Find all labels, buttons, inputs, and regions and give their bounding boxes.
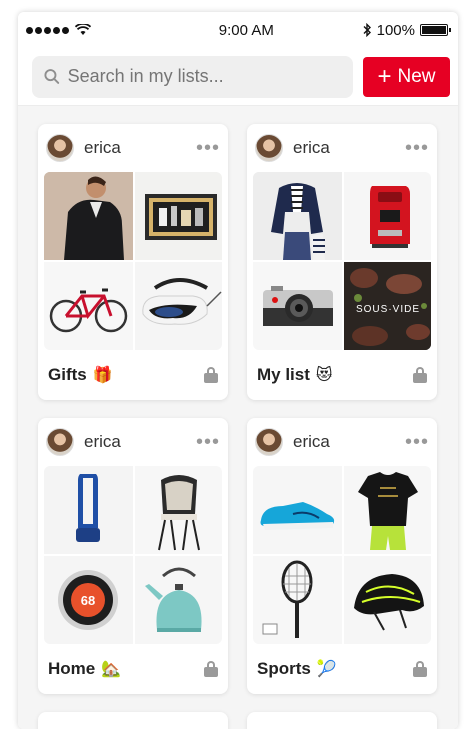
avatar[interactable] <box>255 428 283 456</box>
card-footer: Home 🏡 <box>38 644 228 694</box>
more-options-icon[interactable]: ••• <box>196 137 220 160</box>
battery-percent: 100% <box>376 21 415 39</box>
card-username: erica <box>293 138 330 157</box>
product-image-black-tshirt-and-shorts[interactable] <box>344 466 431 554</box>
list-card-my-list[interactable]: erica ••• SOUS·VIDE My list 😻 <box>247 124 437 400</box>
gift-emoji-icon: 🎁 <box>92 367 113 384</box>
card-footer: My list 😻 <box>247 350 437 400</box>
lock-icon <box>204 367 218 383</box>
list-title: Home <box>48 659 96 678</box>
card-username: erica <box>293 432 330 451</box>
card-footer: Gifts 🎁 <box>38 350 228 400</box>
signal-icon <box>26 26 69 34</box>
list-card-next[interactable] <box>38 712 228 729</box>
phone-frame: 9:00 AM 100% + New erica <box>18 12 458 729</box>
card-username: erica <box>84 432 121 451</box>
avatar[interactable] <box>46 134 74 162</box>
battery-icon <box>419 24 451 36</box>
new-list-button[interactable]: + New <box>363 56 450 97</box>
card-username: erica <box>84 138 121 157</box>
card-header: erica ••• <box>247 418 437 466</box>
card-header: erica ••• <box>38 418 228 466</box>
list-title: Gifts <box>48 365 87 384</box>
product-image-silver-camera[interactable] <box>253 262 342 350</box>
card-header: erica ••• <box>38 124 228 172</box>
card-header: erica ••• <box>247 124 437 172</box>
toolbar: + New <box>18 48 458 106</box>
cat-emoji-icon: 😻 <box>315 367 333 384</box>
product-image-tennis-racket[interactable] <box>253 556 342 644</box>
more-options-icon[interactable]: ••• <box>196 431 220 454</box>
status-bar: 9:00 AM 100% <box>18 12 458 48</box>
thermostat-reading: 68 <box>81 593 95 608</box>
lists-feed: erica ••• Gifts 🎁 erica ••• SOUS·VIDE My… <box>18 106 458 729</box>
list-card-next[interactable] <box>247 712 437 729</box>
house-emoji-icon: 🏡 <box>101 661 122 678</box>
lock-icon <box>413 661 427 677</box>
search-box[interactable] <box>32 55 353 98</box>
product-image-vr-headset[interactable] <box>135 262 222 350</box>
status-time: 9:00 AM <box>218 21 274 39</box>
tennis-ball-emoji-icon: 🎾 <box>316 661 337 678</box>
card-image-grid <box>253 466 431 644</box>
product-image-chair-with-fur-throw[interactable] <box>135 466 222 554</box>
search-input[interactable] <box>67 66 341 87</box>
product-image-boxed-gift-set[interactable] <box>135 172 222 260</box>
more-options-icon[interactable]: ••• <box>405 431 429 454</box>
product-image-teal-tea-kettle[interactable] <box>135 556 222 644</box>
list-card-gifts[interactable]: erica ••• Gifts 🎁 <box>38 124 228 400</box>
signal-wifi <box>26 24 91 36</box>
product-image-cycling-helmet[interactable] <box>344 556 431 644</box>
product-image-sous-vide-cookbook[interactable]: SOUS·VIDE <box>344 262 431 350</box>
avatar[interactable] <box>46 428 74 456</box>
product-image-blue-running-shoe[interactable] <box>253 466 342 554</box>
card-image-grid: SOUS·VIDE <box>253 172 431 350</box>
cookbook-title: SOUS·VIDE <box>356 304 420 315</box>
wifi-icon <box>75 24 91 35</box>
product-image-navy-blazer-outfit[interactable] <box>253 172 342 260</box>
product-image-red-road-bicycle[interactable] <box>44 262 133 350</box>
list-card-home[interactable]: erica ••• 68 Home 🏡 <box>38 418 228 694</box>
product-image-blue-tower-fan[interactable] <box>44 466 133 554</box>
more-options-icon[interactable]: ••• <box>405 137 429 160</box>
list-card-sports[interactable]: erica ••• Sports 🎾 <box>247 418 437 694</box>
bluetooth-icon <box>363 23 371 37</box>
search-icon <box>44 69 60 84</box>
card-image-grid <box>44 172 222 350</box>
lock-icon <box>204 661 218 677</box>
new-button-label: New <box>397 65 436 87</box>
card-image-grid: 68 <box>44 466 222 644</box>
product-image-red-espresso-machine[interactable] <box>344 172 431 260</box>
list-title: My list <box>257 365 310 384</box>
plus-icon: + <box>377 62 392 90</box>
product-image-smart-thermostat[interactable]: 68 <box>44 556 133 644</box>
avatar[interactable] <box>255 134 283 162</box>
card-footer: Sports 🎾 <box>247 644 437 694</box>
product-image-man-in-leather-jacket[interactable] <box>44 172 133 260</box>
status-right: 100% <box>362 21 451 39</box>
list-title: Sports <box>257 659 311 678</box>
lock-icon <box>413 367 427 383</box>
